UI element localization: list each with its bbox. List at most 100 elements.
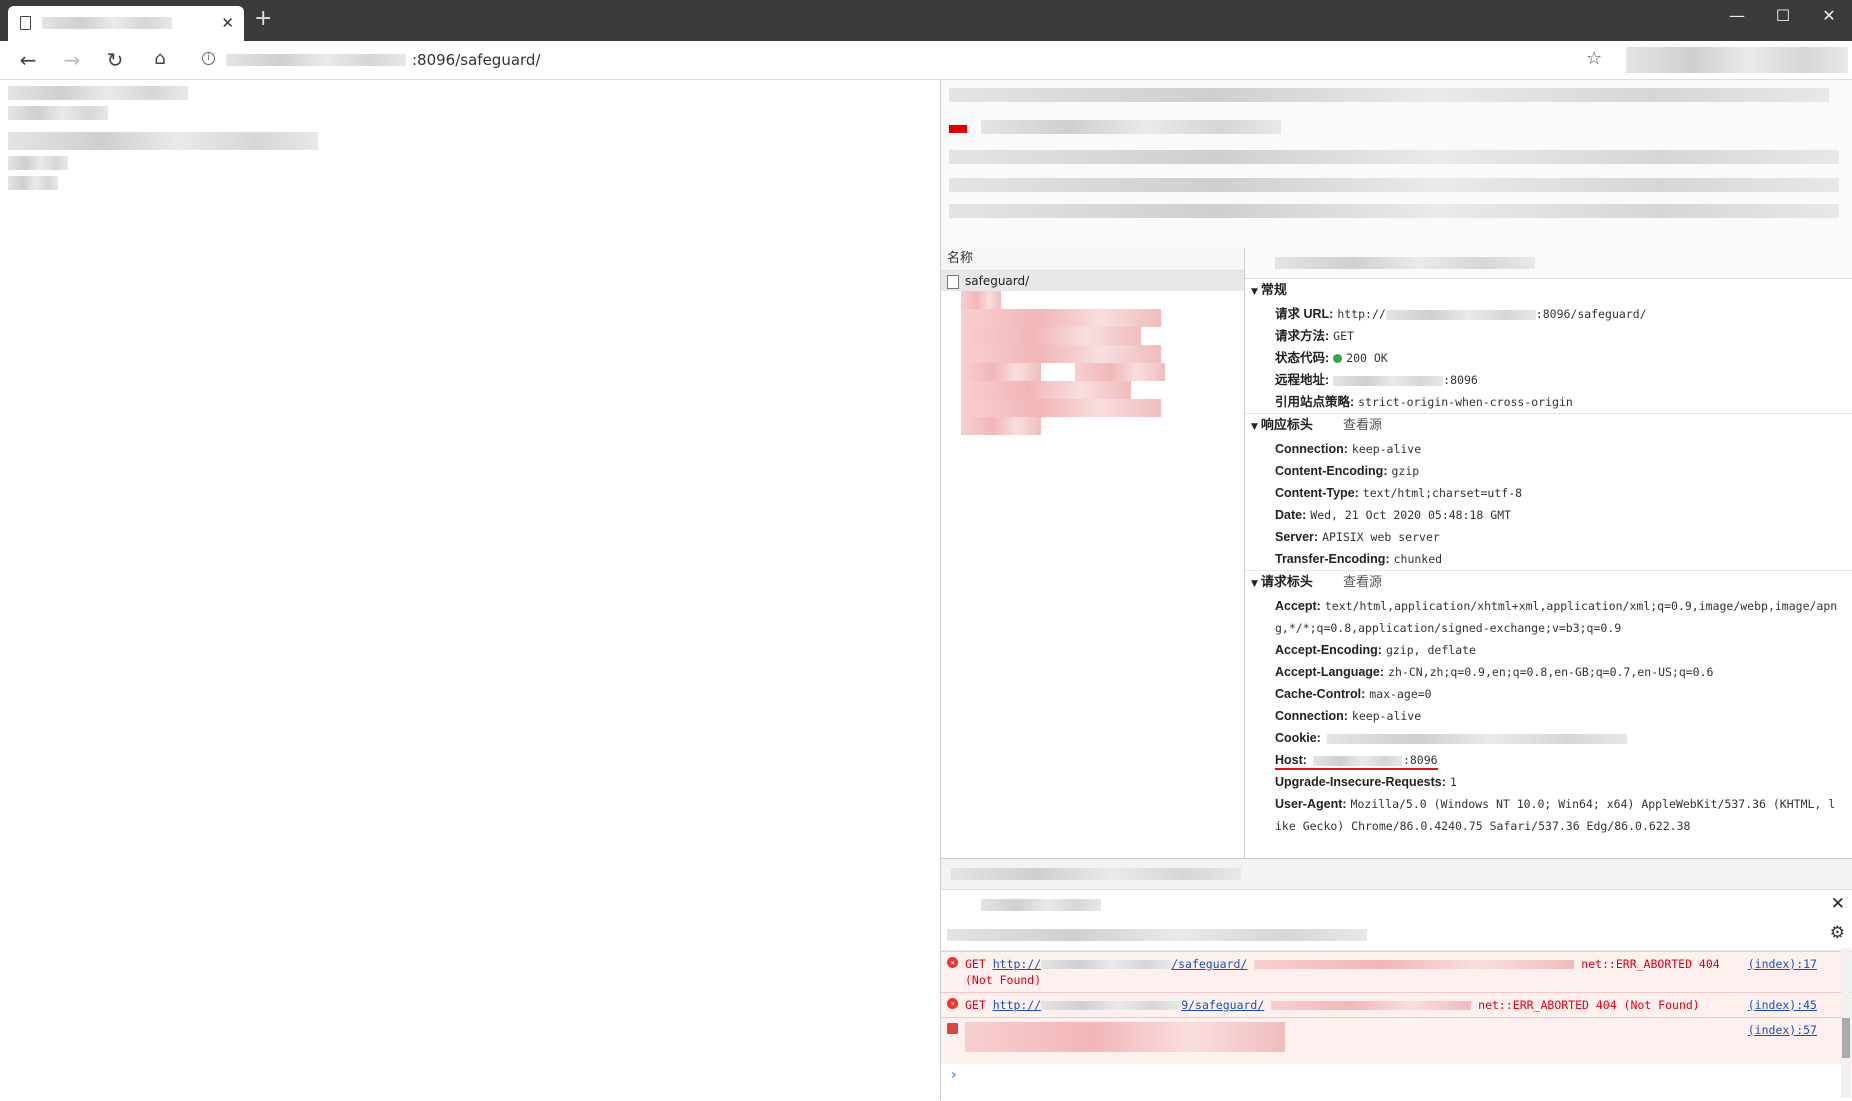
accept-row: Accept: text/html,application/xhtml+xml,a… bbox=[1275, 599, 1838, 613]
request-row-masked[interactable] bbox=[961, 345, 1161, 363]
browser-tab[interactable]: ✕ bbox=[8, 6, 244, 41]
network-request-list: 名称 safeguard/ bbox=[941, 248, 1245, 858]
console-error-message: (index):57 bbox=[941, 1017, 1852, 1064]
cache-control-row: Cache-Control: max-age=0 bbox=[1275, 687, 1432, 701]
cookie-row: Cookie: bbox=[1245, 727, 1852, 749]
response-header-row: Connection: keep-alive bbox=[1245, 438, 1852, 460]
home-icon[interactable]: ⌂ bbox=[148, 48, 172, 69]
connection-row: Connection: keep-alive bbox=[1275, 709, 1422, 723]
remote-address-row: 远程地址::8096 bbox=[1275, 373, 1478, 387]
header-value: gzip bbox=[1391, 464, 1420, 478]
header-value: chunked bbox=[1393, 552, 1443, 566]
reload-icon[interactable]: ↻ bbox=[103, 48, 127, 72]
header-key: Server: bbox=[1275, 530, 1319, 544]
extensions-area[interactable] bbox=[1626, 47, 1848, 73]
host-masked bbox=[1385, 309, 1536, 320]
header-key: Transfer-Encoding: bbox=[1275, 552, 1390, 566]
name-column-header[interactable]: 名称 bbox=[941, 248, 1244, 271]
new-tab-button[interactable]: + bbox=[254, 6, 272, 31]
request-row-masked[interactable] bbox=[961, 417, 1041, 435]
accept-row-cont: g,*/*;q=0.8,application/signed-exchange;… bbox=[1275, 621, 1622, 635]
error-url-link[interactable]: http://9/safeguard/ bbox=[993, 998, 1265, 1012]
details-tabs[interactable] bbox=[1245, 248, 1852, 279]
request-row-masked[interactable] bbox=[1075, 363, 1166, 381]
overview-toolbar-masked bbox=[981, 120, 1281, 134]
collapse-triangle-icon[interactable]: ▼ bbox=[1251, 422, 1258, 432]
ip-masked bbox=[1333, 375, 1444, 386]
overview-timeline-masked bbox=[949, 178, 1839, 192]
details-tabs-masked bbox=[1275, 257, 1535, 269]
page-text-masked bbox=[8, 106, 108, 120]
source-link[interactable]: (index):57 bbox=[1748, 1022, 1817, 1038]
masked-text bbox=[1271, 1001, 1472, 1010]
header-value: APISIX web server bbox=[1322, 530, 1440, 544]
back-icon[interactable]: ← bbox=[16, 48, 40, 72]
view-source-link[interactable]: 查看源 bbox=[1343, 575, 1382, 590]
page-text-masked bbox=[8, 156, 68, 170]
error-url-link[interactable]: http:///safeguard/ bbox=[993, 957, 1248, 971]
record-indicator[interactable] bbox=[949, 125, 967, 133]
response-header-row: Content-Encoding: gzip bbox=[1245, 460, 1852, 482]
cookie-masked bbox=[1326, 733, 1627, 744]
response-header-row: Date: Wed, 21 Oct 2020 05:48:18 GMT bbox=[1245, 504, 1852, 526]
drawer-tabs[interactable] bbox=[941, 859, 1852, 890]
address-bar[interactable]: i :8096/safeguard/ bbox=[190, 45, 1610, 75]
response-header-row: Transfer-Encoding: chunked bbox=[1245, 548, 1852, 570]
host-masked bbox=[1312, 755, 1403, 766]
header-key: Content-Encoding: bbox=[1275, 464, 1388, 478]
forward-icon[interactable]: → bbox=[60, 48, 84, 72]
overview-toolbar-masked bbox=[949, 88, 1829, 102]
page-text-masked bbox=[8, 176, 58, 190]
info-icon[interactable]: i bbox=[202, 52, 215, 65]
general-section-header[interactable]: ▼ 常规 bbox=[1245, 279, 1852, 303]
page-text-masked bbox=[8, 132, 318, 150]
request-row-selected[interactable]: safeguard/ bbox=[941, 271, 1244, 291]
page-content bbox=[0, 80, 940, 1100]
console-toolbar: ✕ bbox=[941, 890, 1852, 920]
request-type-icon bbox=[947, 274, 959, 289]
host-highlight: Host::8096 bbox=[1275, 752, 1438, 770]
browser-toolbar: ← → ↻ ⌂ i :8096/safeguard/ ☆ bbox=[0, 41, 1852, 80]
maximize-button[interactable]: ☐ bbox=[1773, 6, 1793, 25]
console-scrollbar[interactable] bbox=[1841, 948, 1851, 1098]
console-error-message: ✕ GET http:///safeguard/ net::ERR_ABORTE… bbox=[941, 951, 1852, 992]
source-link[interactable]: (index):17 bbox=[1748, 956, 1817, 972]
header-value: text/html;charset=utf-8 bbox=[1362, 486, 1523, 500]
request-row-masked[interactable] bbox=[961, 399, 1161, 417]
scrollbar-thumb[interactable] bbox=[1842, 1018, 1850, 1058]
console-filter-masked bbox=[947, 929, 1367, 941]
user-agent-row-cont: ike Gecko) Chrome/86.0.4240.75 Safari/53… bbox=[1275, 819, 1691, 833]
upgrade-insecure-row: Upgrade-Insecure-Requests: 1 bbox=[1275, 775, 1457, 789]
referrer-policy-row: 引用站点策略: strict-origin-when-cross-origin bbox=[1275, 395, 1573, 409]
request-headers-section-header[interactable]: ▼ 请求标头 查看源 bbox=[1245, 570, 1852, 595]
response-headers-section-header[interactable]: ▼ 响应标头 查看源 bbox=[1245, 413, 1852, 438]
request-row-masked[interactable] bbox=[961, 327, 1141, 345]
console-prompt[interactable]: › bbox=[941, 1064, 1852, 1086]
console-drawer: ✕ ⚙ ✕ GET http:///safeguard/ net::ERR_AB… bbox=[941, 858, 1852, 1101]
close-tab-icon[interactable]: ✕ bbox=[221, 14, 234, 32]
collapse-triangle-icon[interactable]: ▼ bbox=[1251, 287, 1258, 297]
request-row-masked[interactable] bbox=[961, 363, 1041, 381]
masked-text bbox=[965, 1022, 1285, 1052]
page-text-masked bbox=[8, 86, 188, 100]
host-row: Host::8096 bbox=[1245, 749, 1852, 771]
request-row-masked[interactable] bbox=[961, 309, 1161, 327]
console-error-message: ✕ GET http://9/safeguard/ net::ERR_ABORT… bbox=[941, 992, 1852, 1017]
view-source-link[interactable]: 查看源 bbox=[1343, 418, 1382, 433]
minimize-button[interactable]: — bbox=[1727, 6, 1747, 25]
source-link[interactable]: (index):45 bbox=[1748, 997, 1817, 1013]
request-details: ▼ 常规 请求 URL: http://:8096/safeguard/ 请求方法:… bbox=[1245, 248, 1852, 858]
masked-text bbox=[1254, 960, 1575, 969]
header-key: Content-Type: bbox=[1275, 486, 1359, 500]
console-filter-bar: ⚙ bbox=[941, 920, 1852, 951]
favorite-star-icon[interactable]: ☆ bbox=[1586, 48, 1602, 69]
close-window-button[interactable]: ✕ bbox=[1819, 6, 1839, 25]
drawer-tabs-masked bbox=[951, 868, 1241, 880]
request-row-masked[interactable] bbox=[961, 381, 1131, 399]
response-header-row: Content-Type: text/html;charset=utf-8 bbox=[1245, 482, 1852, 504]
close-drawer-icon[interactable]: ✕ bbox=[1831, 894, 1845, 914]
request-row-masked[interactable] bbox=[961, 291, 1001, 309]
collapse-triangle-icon[interactable]: ▼ bbox=[1251, 579, 1258, 589]
gear-icon[interactable]: ⚙ bbox=[1830, 923, 1845, 943]
status-code-row: 状态代码: 200 OK bbox=[1275, 351, 1388, 365]
